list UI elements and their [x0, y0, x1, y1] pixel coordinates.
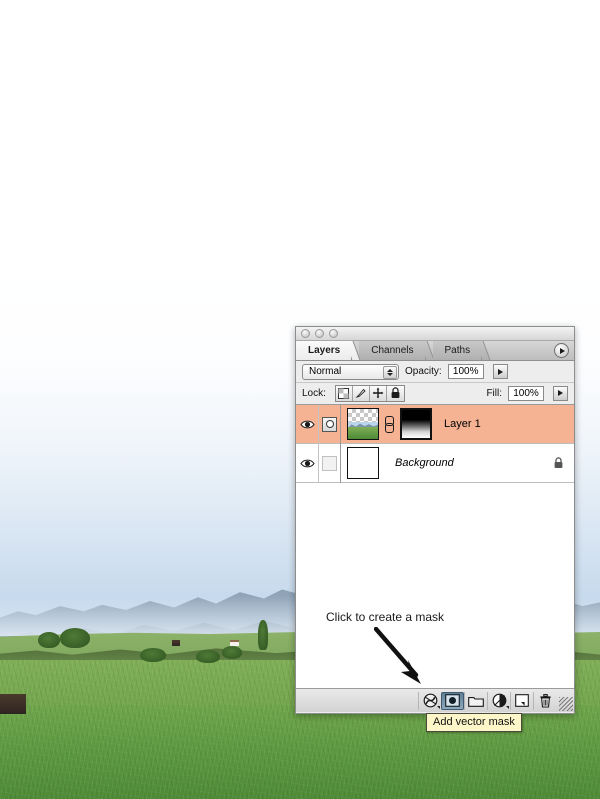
tree-poplar	[258, 620, 268, 650]
fill-label: Fill:	[486, 387, 502, 399]
lock-fill-row: Lock: Fill: 100%	[296, 382, 574, 403]
layer-name[interactable]: Layer 1	[444, 418, 574, 430]
blend-mode-stepper-icon[interactable]	[383, 365, 397, 379]
vector-mask-indicator-icon	[322, 416, 337, 432]
tree-cluster-left	[38, 632, 60, 648]
link-chain-icon[interactable]	[384, 416, 394, 433]
fill-slider-triangle-icon[interactable]	[553, 385, 568, 401]
opacity-slider-triangle-icon[interactable]	[492, 364, 508, 379]
blend-mode-value: Normal	[309, 366, 342, 377]
layer-name[interactable]: Background	[395, 457, 553, 469]
table-row[interactable]: Background	[296, 443, 574, 483]
farmhouse	[230, 640, 239, 646]
layer-thumbnail[interactable]	[347, 447, 379, 479]
lock-button-group	[334, 384, 405, 402]
blend-opacity-row: Normal Opacity: 100%	[296, 361, 574, 382]
lock-position-move-icon[interactable]	[369, 385, 387, 401]
blend-mode-select[interactable]: Normal	[302, 363, 399, 380]
panel-titlebar[interactable]	[296, 327, 574, 341]
layer-mask-thumbnail[interactable]	[400, 408, 432, 440]
new-adjustment-layer-icon[interactable]	[487, 691, 510, 710]
layer-mask-link-indicator[interactable]	[319, 405, 341, 444]
tab-channels-label: Channels	[371, 345, 414, 356]
tab-layers[interactable]: Layers	[296, 341, 353, 360]
lock-label: Lock:	[302, 387, 326, 399]
tab-layers-label: Layers	[308, 345, 341, 356]
panel-menu-triangle-icon[interactable]	[554, 343, 569, 358]
add-layer-mask-icon[interactable]	[441, 691, 464, 710]
layer-thumbnail[interactable]	[347, 408, 379, 440]
delete-layer-trash-icon[interactable]	[533, 691, 556, 710]
opacity-input[interactable]: 100%	[447, 364, 484, 379]
layer-visibility-eye-icon[interactable]	[296, 443, 319, 483]
lock-image-pixels-brush-icon[interactable]	[352, 385, 370, 401]
tab-paths[interactable]: Paths	[432, 341, 483, 360]
tree-cluster-mid	[140, 648, 166, 662]
tree-cluster-mid2	[196, 650, 220, 663]
layers-panel-toolbar	[296, 688, 574, 712]
minimize-dot-icon[interactable]	[315, 329, 324, 338]
zoom-dot-icon[interactable]	[329, 329, 338, 338]
resize-grip-icon[interactable]	[559, 697, 573, 711]
tree-cluster-left2	[60, 628, 90, 648]
tree-cluster-right	[222, 646, 242, 659]
fill-input[interactable]: 100%	[508, 385, 544, 401]
opacity-label: Opacity:	[405, 366, 442, 377]
new-group-folder-icon[interactable]	[464, 691, 487, 710]
tooltip: Add vector mask	[426, 713, 522, 732]
annotation-text: Click to create a mask	[326, 610, 445, 624]
tab-paths-label: Paths	[444, 345, 471, 356]
barn-near	[0, 694, 26, 714]
lock-transparent-pixels-icon[interactable]	[335, 385, 353, 401]
panel-tab-strip: Layers Channels Paths	[296, 341, 574, 361]
layer-locked-padlock-icon	[553, 457, 564, 469]
arrow-down-right-icon	[374, 627, 421, 684]
layer-mask-link-placeholder	[319, 443, 341, 483]
layers-list[interactable]: Layer 1 Background Click to create a mas…	[296, 404, 574, 712]
layer-style-fx-icon[interactable]	[418, 691, 441, 710]
close-dot-icon[interactable]	[301, 329, 310, 338]
layer-visibility-eye-icon[interactable]	[296, 405, 319, 444]
barn-far	[172, 640, 180, 646]
layers-panel[interactable]: Layers Channels Paths Normal Opacity: 10…	[295, 326, 575, 714]
tab-channels[interactable]: Channels	[359, 341, 426, 360]
new-layer-icon[interactable]	[510, 691, 533, 710]
lock-all-padlock-icon[interactable]	[386, 385, 404, 401]
table-row[interactable]: Layer 1	[296, 405, 574, 444]
